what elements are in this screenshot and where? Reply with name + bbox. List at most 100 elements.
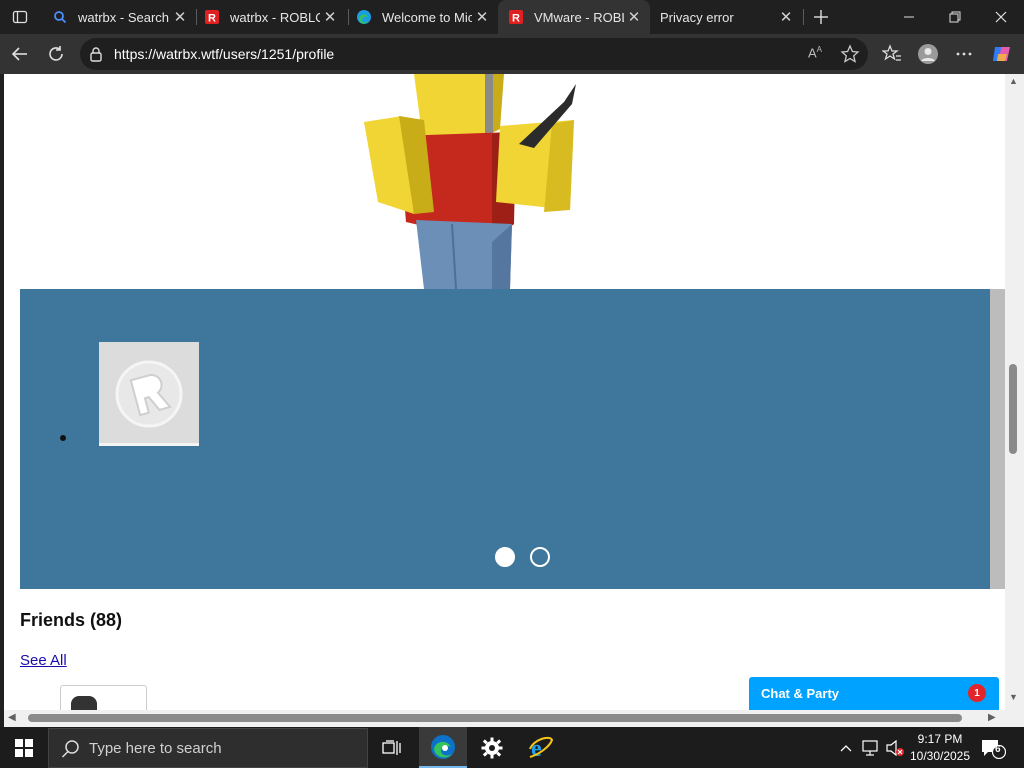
taskbar-search-box[interactable]: Type here to search	[48, 728, 368, 768]
friend-card[interactable]	[60, 685, 147, 710]
friends-heading: Friends (88)	[20, 610, 123, 630]
profile-button[interactable]	[914, 40, 942, 68]
horizontal-scroll-thumb[interactable]	[28, 714, 962, 722]
task-view-icon	[382, 739, 401, 755]
notification-count: 6	[995, 744, 1001, 755]
tab-actions-icon	[12, 10, 28, 24]
taskbar-internet-explorer[interactable]: e	[517, 727, 565, 768]
svg-text:R: R	[512, 13, 520, 25]
taskbar-edge[interactable]	[419, 727, 467, 768]
search-icon	[52, 9, 68, 25]
edge-icon	[431, 734, 455, 759]
tab-privacy-error[interactable]: Privacy error ✕	[650, 0, 802, 34]
list-bullet	[60, 435, 66, 441]
browser-toolbar: https://watrbx.wtf/users/1251/profile AA	[0, 34, 1024, 74]
chat-unread-badge: 1	[968, 684, 986, 702]
roblox-logo-icon: R	[508, 9, 524, 25]
chat-party-bar[interactable]: Chat & Party 1	[749, 677, 999, 710]
more-dots-icon	[956, 52, 972, 56]
roblox-logo-icon: R	[204, 9, 220, 25]
avatar-3d-render	[364, 74, 576, 290]
clock-date: 10/30/2025	[909, 749, 971, 763]
scrollbar-corner	[1005, 710, 1024, 727]
vertical-scrollbar[interactable]: ▲ ▼	[1005, 74, 1024, 710]
carousel-scroll-strip	[990, 289, 1005, 589]
restore-icon	[949, 11, 961, 23]
copilot-icon	[993, 47, 1010, 61]
show-hidden-icons-button[interactable]	[836, 727, 856, 768]
favorite-star-icon[interactable]	[840, 44, 860, 64]
tab-separator	[803, 9, 804, 25]
notification-icon	[982, 740, 1007, 760]
horizontal-scrollbar[interactable]: ◀ ▶	[4, 710, 1005, 727]
back-button[interactable]	[6, 40, 34, 68]
edge-logo-icon	[356, 9, 372, 25]
site-info-icon[interactable]	[88, 46, 104, 62]
clock-time: 9:17 PM	[917, 732, 963, 746]
friend-avatar	[71, 696, 97, 710]
see-all-friends-link[interactable]: See All	[20, 652, 67, 669]
item-thumbnail-placeholder[interactable]	[99, 342, 199, 446]
refresh-button[interactable]	[42, 40, 70, 68]
tab-watrbx-search[interactable]: watrbx - Search ✕	[42, 0, 196, 34]
settings-icon	[481, 737, 503, 758]
tab-strip: watrbx - Search ✕ R watrbx - ROBLOX ✕ We…	[0, 0, 1024, 34]
page-content: Friends (88) See All Chat & Party 1	[4, 74, 1005, 710]
volume-muted-icon	[886, 739, 904, 756]
read-aloud-icon[interactable]: AA	[808, 45, 822, 60]
taskbar-clock[interactable]: 9:17 PM 10/30/2025	[905, 731, 975, 765]
tab-watrbx-roblox[interactable]: R watrbx - ROBLOX ✕	[194, 0, 346, 34]
windows-logo-icon	[15, 738, 33, 757]
items-carousel	[20, 289, 990, 589]
tab-welcome-microsoft[interactable]: Welcome to Micr ✕	[346, 0, 498, 34]
chat-party-label: Chat & Party	[761, 686, 840, 701]
tab-label: Privacy error	[660, 9, 734, 25]
tab-actions-menu-button[interactable]	[8, 6, 32, 28]
close-tab-icon[interactable]: ✕	[320, 7, 340, 27]
network-tray-button[interactable]	[860, 727, 882, 768]
restore-button[interactable]	[932, 0, 978, 34]
plus-icon	[814, 10, 828, 24]
scroll-down-arrow-icon[interactable]: ▼	[1009, 692, 1018, 702]
scroll-right-arrow-icon[interactable]: ▶	[988, 712, 996, 723]
internet-explorer-icon: e	[529, 736, 554, 761]
close-tab-icon[interactable]: ✕	[472, 7, 492, 27]
scroll-up-arrow-icon[interactable]: ▲	[1009, 76, 1018, 86]
vertical-scroll-thumb[interactable]	[1009, 364, 1017, 454]
new-tab-button[interactable]	[808, 5, 834, 29]
tab-label: watrbx - Search	[78, 9, 170, 25]
copilot-button[interactable]	[988, 40, 1016, 68]
taskbar-settings[interactable]	[468, 727, 516, 768]
favorites-list-icon	[882, 44, 901, 61]
close-window-button[interactable]	[978, 0, 1024, 34]
close-tab-icon[interactable]: ✕	[170, 7, 190, 27]
svg-text:R: R	[208, 13, 216, 25]
search-placeholder: Type here to search	[89, 740, 222, 757]
carousel-page-dot-2[interactable]	[530, 547, 550, 567]
close-icon	[995, 11, 1007, 23]
carousel-page-dot-1[interactable]	[495, 547, 515, 567]
profile-avatar-icon	[918, 44, 938, 64]
tab-vmware-roblox[interactable]: R VMware - ROBLO ✕	[498, 0, 650, 34]
roblox-placeholder-logo-icon	[115, 360, 183, 428]
tab-label: VMware - ROBLO	[534, 9, 624, 25]
chevron-up-icon	[840, 744, 852, 751]
minimize-button[interactable]	[886, 0, 932, 34]
refresh-icon	[49, 46, 63, 61]
network-disconnected-icon	[862, 739, 878, 756]
settings-and-more-button[interactable]	[950, 40, 978, 68]
address-bar[interactable]: https://watrbx.wtf/users/1251/profile AA	[80, 38, 868, 70]
url-text[interactable]: https://watrbx.wtf/users/1251/profile	[114, 46, 334, 62]
close-tab-icon[interactable]: ✕	[776, 7, 796, 27]
task-view-button[interactable]	[368, 727, 416, 768]
scroll-left-arrow-icon[interactable]: ◀	[8, 712, 16, 723]
volume-tray-button[interactable]	[884, 727, 906, 768]
tab-label: Welcome to Micr	[382, 9, 472, 25]
windows-taskbar: Type here to search e 9:17 PM 10/30/2025…	[0, 727, 1024, 768]
close-tab-icon[interactable]: ✕	[624, 7, 644, 27]
start-button[interactable]	[0, 727, 48, 768]
favorites-button[interactable]	[878, 40, 906, 68]
action-center-button[interactable]: 6	[980, 737, 1007, 760]
avatar-viewer	[4, 74, 1005, 290]
tab-label: watrbx - ROBLOX	[230, 9, 320, 25]
